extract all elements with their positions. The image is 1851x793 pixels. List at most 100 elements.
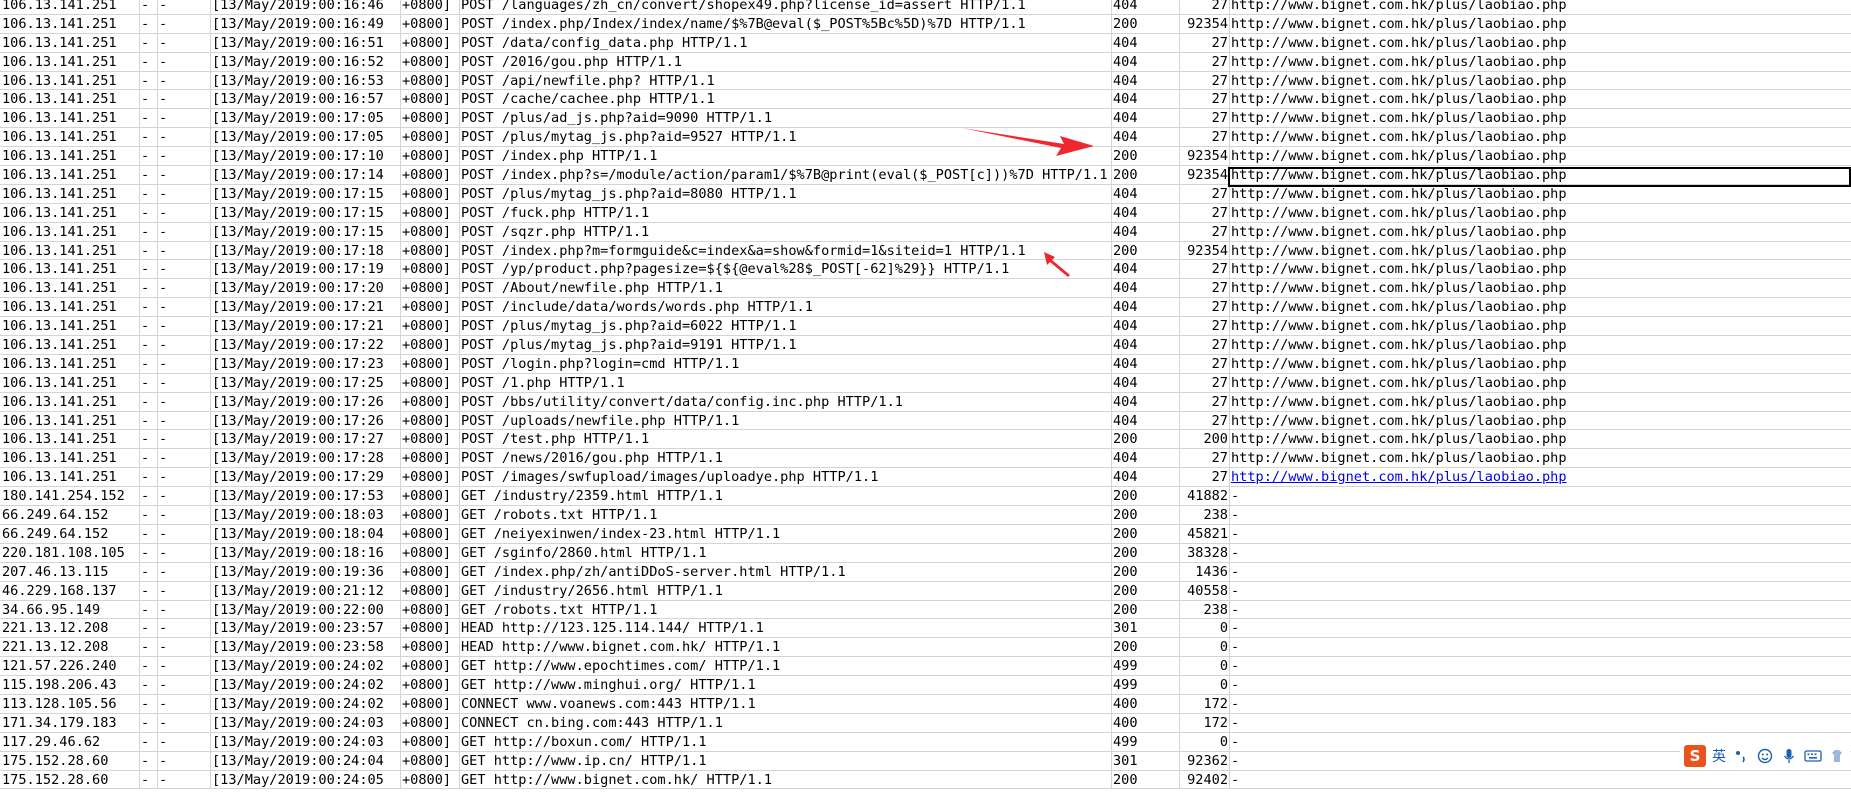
request-cell[interactable]: GET /index.php/zh/antiDDoS-server.html H… (461, 563, 1109, 582)
timestamp-cell[interactable]: [13/May/2019:00:23:57 (212, 619, 398, 638)
timestamp-cell[interactable]: [13/May/2019:00:17:28 (212, 449, 398, 468)
status-cell[interactable]: 200 (1113, 430, 1179, 449)
sogou-logo-icon[interactable]: S (1684, 745, 1706, 767)
referer-cell[interactable]: - (1231, 714, 1851, 733)
size-cell[interactable]: 41882 (1181, 487, 1228, 506)
referer-cell[interactable]: - (1231, 563, 1851, 582)
dash-cell[interactable]: - (141, 72, 157, 91)
table-row[interactable]: 106.13.141.251- - [13/May/2019:00:17:26 +08… (0, 392, 1851, 412)
ip-cell[interactable]: 106.13.141.251 (2, 128, 138, 147)
status-cell[interactable]: 404 (1113, 374, 1179, 393)
timestamp-cell[interactable]: [13/May/2019:00:17:22 (212, 336, 398, 355)
dash-cell[interactable]: - (159, 336, 209, 355)
dash-cell[interactable]: - (141, 657, 157, 676)
status-cell[interactable]: 200 (1113, 15, 1179, 34)
timezone-cell[interactable]: +0800] (402, 204, 458, 223)
dash-cell[interactable]: - (141, 53, 157, 72)
dash-cell[interactable]: - (159, 242, 209, 261)
ip-cell[interactable]: 115.198.206.43 (2, 676, 138, 695)
size-cell[interactable]: 0 (1181, 638, 1228, 657)
dash-cell[interactable]: - (141, 752, 157, 771)
table-row[interactable]: 175.152.28.60- - [13/May/2019:00:24:04 +080… (0, 751, 1851, 771)
ip-cell[interactable]: 106.13.141.251 (2, 53, 138, 72)
request-cell[interactable]: GET /robots.txt HTTP/1.1 (461, 601, 1109, 620)
ip-cell[interactable]: 106.13.141.251 (2, 223, 138, 242)
timezone-cell[interactable]: +0800] (402, 336, 458, 355)
dash-cell[interactable]: - (141, 601, 157, 620)
ime-toolbar[interactable]: S 英 (1680, 744, 1850, 768)
status-cell[interactable]: 200 (1113, 771, 1179, 790)
status-cell[interactable]: 301 (1113, 619, 1179, 638)
request-cell[interactable]: GET http://www.ip.cn/ HTTP/1.1 (461, 752, 1109, 771)
table-row[interactable]: 106.13.141.251- - [13/May/2019:00:17:25 +08… (0, 373, 1851, 393)
dash-cell[interactable]: - (159, 185, 209, 204)
skin-icon[interactable] (1828, 747, 1846, 765)
request-cell[interactable]: POST /About/newfile.php HTTP/1.1 (461, 279, 1109, 298)
status-cell[interactable]: 400 (1113, 695, 1179, 714)
dash-cell[interactable]: - (159, 771, 209, 790)
dash-cell[interactable]: - (141, 525, 157, 544)
table-row[interactable]: 46.229.168.137- - [13/May/2019:00:21:12 +08… (0, 581, 1851, 601)
table-row[interactable]: 106.13.141.251- - [13/May/2019:00:17:10 +08… (0, 147, 1851, 167)
referer-cell[interactable]: http://www.bignet.com.hk/plus/laobiao.ph… (1231, 34, 1851, 53)
size-cell[interactable]: 92354 (1181, 242, 1228, 261)
size-cell[interactable]: 172 (1181, 695, 1228, 714)
referer-cell[interactable]: - (1231, 695, 1851, 714)
size-cell[interactable]: 0 (1181, 676, 1228, 695)
timestamp-cell[interactable]: [13/May/2019:00:17:53 (212, 487, 398, 506)
dash-cell[interactable]: - (141, 185, 157, 204)
dash-cell[interactable]: - (159, 430, 209, 449)
dash-cell[interactable]: - (159, 733, 209, 752)
dash-cell[interactable]: - (141, 412, 157, 431)
request-cell[interactable]: POST /index.php?s=/module/action/param1/… (461, 166, 1109, 185)
status-cell[interactable]: 499 (1113, 676, 1179, 695)
dash-cell[interactable]: - (159, 53, 209, 72)
request-cell[interactable]: CONNECT cn.bing.com:443 HTTP/1.1 (461, 714, 1109, 733)
timezone-cell[interactable]: +0800] (402, 223, 458, 242)
timestamp-cell[interactable]: [13/May/2019:00:16:49 (212, 15, 398, 34)
size-cell[interactable]: 27 (1181, 109, 1228, 128)
size-cell[interactable]: 27 (1181, 279, 1228, 298)
status-cell[interactable]: 200 (1113, 582, 1179, 601)
table-row[interactable]: 220.181.108.105- - [13/May/2019:00:18:16 +0… (0, 543, 1851, 563)
dash-cell[interactable]: - (159, 676, 209, 695)
dash-cell[interactable]: - (159, 657, 209, 676)
status-cell[interactable]: 404 (1113, 204, 1179, 223)
timezone-cell[interactable]: +0800] (402, 242, 458, 261)
ip-cell[interactable]: 106.13.141.251 (2, 468, 138, 487)
referer-cell[interactable]: http://www.bignet.com.hk/plus/laobiao.ph… (1231, 53, 1851, 72)
size-cell[interactable]: 27 (1181, 468, 1228, 487)
ip-cell[interactable]: 221.13.12.208 (2, 638, 138, 657)
dash-cell[interactable]: - (141, 468, 157, 487)
dash-cell[interactable]: - (159, 619, 209, 638)
size-cell[interactable]: 45821 (1181, 525, 1228, 544)
request-cell[interactable]: POST /plus/ad_js.php?aid=9090 HTTP/1.1 (461, 109, 1109, 128)
dash-cell[interactable]: - (159, 15, 209, 34)
size-cell[interactable]: 92354 (1181, 15, 1228, 34)
timezone-cell[interactable]: +0800] (402, 412, 458, 431)
timestamp-cell[interactable]: [13/May/2019:00:23:58 (212, 638, 398, 657)
table-row[interactable]: 180.141.254.152- - [13/May/2019:00:17:53 +0… (0, 487, 1851, 507)
dash-cell[interactable]: - (159, 506, 209, 525)
ip-cell[interactable]: 106.13.141.251 (2, 430, 138, 449)
ip-cell[interactable]: 180.141.254.152 (2, 487, 138, 506)
ip-cell[interactable]: 221.13.12.208 (2, 619, 138, 638)
referer-cell[interactable]: http://www.bignet.com.hk/plus/laobiao.ph… (1231, 0, 1851, 15)
status-cell[interactable]: 200 (1113, 525, 1179, 544)
size-cell[interactable]: 27 (1181, 317, 1228, 336)
status-cell[interactable]: 200 (1113, 487, 1179, 506)
request-cell[interactable]: POST /languages/zh_cn/convert/shopex49.p… (461, 0, 1109, 15)
size-cell[interactable]: 27 (1181, 449, 1228, 468)
referer-cell[interactable]: http://www.bignet.com.hk/plus/laobiao.ph… (1231, 355, 1851, 374)
referer-cell[interactable]: http://www.bignet.com.hk/plus/laobiao.ph… (1231, 260, 1851, 279)
status-cell[interactable]: 404 (1113, 355, 1179, 374)
dash-cell[interactable]: - (141, 544, 157, 563)
dash-cell[interactable]: - (159, 412, 209, 431)
dash-cell[interactable]: - (141, 147, 157, 166)
size-cell[interactable]: 27 (1181, 223, 1228, 242)
referer-cell[interactable]: http://www.bignet.com.hk/plus/laobiao.ph… (1231, 374, 1851, 393)
referer-cell[interactable]: - (1231, 657, 1851, 676)
dash-cell[interactable]: - (141, 771, 157, 790)
timezone-cell[interactable]: +0800] (402, 166, 458, 185)
referer-cell[interactable]: http://www.bignet.com.hk/plus/laobiao.ph… (1231, 147, 1851, 166)
